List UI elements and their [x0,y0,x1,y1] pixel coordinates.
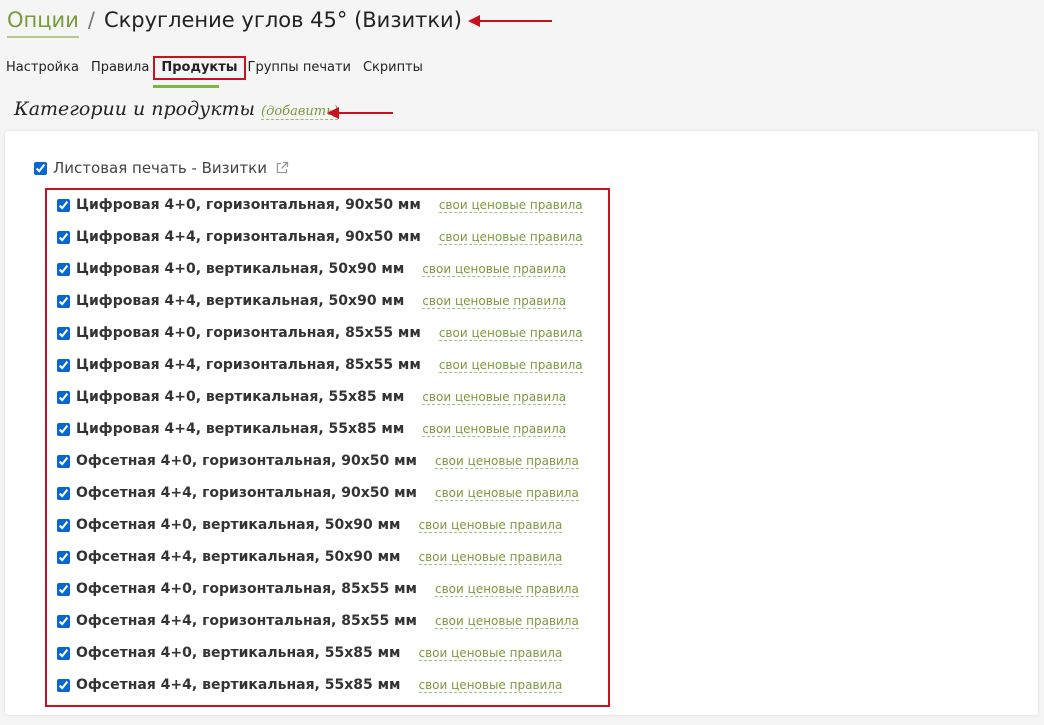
product-item: Цифровая 4+0, вертикальная, 55x85 мм сво… [57,386,567,408]
product-checkbox[interactable] [57,614,70,628]
product-item: Офсетная 4+0, вертикальная, 50x90 мм сво… [57,514,563,536]
tab-settings[interactable]: Настройка [6,58,79,80]
product-checkbox[interactable] [57,518,70,532]
product-checkbox[interactable] [57,582,70,596]
product-item: Офсетная 4+0, горизонтальная, 90x50 мм с… [57,450,579,472]
product-name: Офсетная 4+4, горизонтальная, 85x55 мм [76,613,418,629]
price-rules-link[interactable]: свои ценовые правила [438,198,583,213]
price-rules-link[interactable]: свои ценовые правила [438,230,583,245]
category-row: Листовая печать - Визитки [34,159,289,177]
product-checkbox[interactable] [57,358,70,372]
price-rules-link[interactable]: свои ценовые правила [418,678,563,693]
product-item: Цифровая 4+4, горизонтальная, 90x50 мм с… [57,226,583,248]
product-checkbox[interactable] [57,486,70,500]
active-tab-indicator [153,85,219,88]
price-rules-link[interactable]: свои ценовые правила [435,486,579,501]
section-heading: Категории и продукты (добавить) [14,98,339,120]
product-item: Цифровая 4+0, горизонтальная, 90x50 мм с… [57,194,583,216]
breadcrumb-options-link[interactable]: Опции [7,4,79,38]
price-rules-link[interactable]: свои ценовые правила [418,518,563,533]
product-checkbox[interactable] [57,262,70,276]
product-item: Офсетная 4+4, вертикальная, 50x90 мм сво… [57,546,563,568]
section-title: Категории и продукты [14,98,256,120]
category-checkbox[interactable] [34,161,47,175]
product-checkbox[interactable] [57,454,70,468]
tab-print-groups[interactable]: Группы печати [248,58,351,80]
arrow-left-icon [468,15,552,27]
product-checkbox[interactable] [57,198,70,212]
product-item: Офсетная 4+4, горизонтальная, 90x50 мм с… [57,482,579,504]
breadcrumb-separator: / [87,8,95,32]
price-rules-link[interactable]: свои ценовые правила [435,582,579,597]
product-name: Офсетная 4+0, горизонтальная, 85x55 мм [76,581,418,597]
price-rules-link[interactable]: свои ценовые правила [418,646,563,661]
product-name: Цифровая 4+0, горизонтальная, 90x50 мм [76,197,421,213]
product-item: Цифровая 4+4, вертикальная, 55x85 мм сво… [57,418,567,440]
product-name: Офсетная 4+4, вертикальная, 50x90 мм [76,549,401,565]
price-rules-link[interactable]: свои ценовые правила [438,358,583,373]
price-rules-link[interactable]: свои ценовые правила [418,550,563,565]
product-name: Офсетная 4+4, вертикальная, 55x85 мм [76,677,401,693]
product-name: Цифровая 4+4, горизонтальная, 85x55 мм [76,357,421,373]
product-name: Офсетная 4+0, вертикальная, 55x85 мм [76,645,401,661]
page-title: Скругление углов 45° (Визитки) [103,8,462,32]
product-name: Офсетная 4+0, вертикальная, 50x90 мм [76,517,401,533]
product-item: Цифровая 4+0, горизонтальная, 85x55 мм с… [57,322,583,344]
product-item: Цифровая 4+4, вертикальная, 50x90 мм сво… [57,290,567,312]
price-rules-link[interactable]: свои ценовые правила [422,294,567,309]
product-name: Цифровая 4+0, вертикальная, 55x85 мм [76,389,405,405]
external-link-icon[interactable] [275,161,289,175]
category-label: Листовая печать - Визитки [53,159,267,177]
product-name: Цифровая 4+4, вертикальная, 50x90 мм [76,293,405,309]
product-name: Цифровая 4+4, вертикальная, 55x85 мм [76,421,405,437]
price-rules-link[interactable]: свои ценовые правила [422,262,567,277]
price-rules-link[interactable]: свои ценовые правила [422,422,567,437]
tab-rules[interactable]: Правила [91,58,149,80]
product-checkbox[interactable] [57,678,70,692]
product-checkbox[interactable] [57,230,70,244]
product-item: Цифровая 4+0, вертикальная, 50x90 мм сво… [57,258,567,280]
tab-bar: Настройка Правила Продукты Группы печати… [6,56,435,80]
product-checkbox[interactable] [57,550,70,564]
price-rules-link[interactable]: свои ценовые правила [435,614,579,629]
product-name: Цифровая 4+4, горизонтальная, 90x50 мм [76,229,421,245]
product-item: Офсетная 4+0, вертикальная, 55x85 мм сво… [57,642,563,664]
product-item: Цифровая 4+4, горизонтальная, 85x55 мм с… [57,354,583,376]
tab-products[interactable]: Продукты [153,56,246,80]
price-rules-link[interactable]: свои ценовые правила [422,390,567,405]
product-name: Цифровая 4+0, горизонтальная, 85x55 мм [76,325,421,341]
product-item: Офсетная 4+0, горизонтальная, 85x55 мм с… [57,578,579,600]
product-checkbox[interactable] [57,326,70,340]
product-checkbox[interactable] [57,646,70,660]
arrow-left-icon [327,107,393,119]
product-checkbox[interactable] [57,390,70,404]
product-name: Офсетная 4+4, горизонтальная, 90x50 мм [76,485,418,501]
product-name: Офсетная 4+0, горизонтальная, 90x50 мм [76,453,418,469]
product-item: Офсетная 4+4, вертикальная, 55x85 мм сво… [57,674,563,696]
price-rules-link[interactable]: свои ценовые правила [435,454,579,469]
price-rules-link[interactable]: свои ценовые правила [438,326,583,341]
product-checkbox[interactable] [57,294,70,308]
product-name: Цифровая 4+0, вертикальная, 50x90 мм [76,261,405,277]
product-checkbox[interactable] [57,422,70,436]
product-item: Офсетная 4+4, горизонтальная, 85x55 мм с… [57,610,579,632]
page-header: Опции / Скругление углов 45° (Визитки) [7,4,462,38]
tab-scripts[interactable]: Скрипты [363,58,423,80]
